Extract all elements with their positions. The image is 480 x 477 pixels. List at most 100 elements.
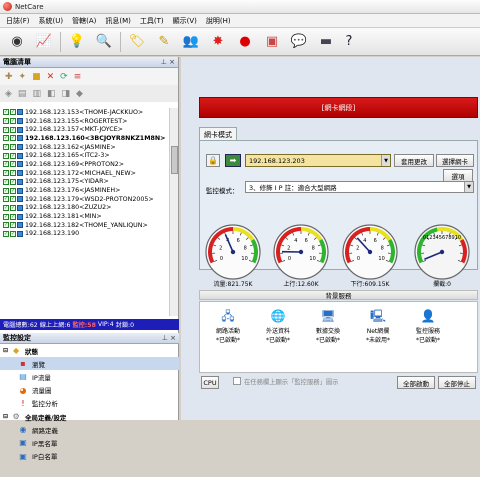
checkbox[interactable]: ✓ <box>3 144 9 150</box>
search-icon[interactable]: 🔍 <box>93 31 115 53</box>
list-item[interactable]: ✓✓192.168.123.172<MICHAEL_NEW> <box>0 169 170 178</box>
siren-icon[interactable]: ● <box>234 31 256 53</box>
start-all-button[interactable]: 全部啟動 <box>397 376 435 389</box>
list-item[interactable]: ✓✓192.168.123.176<JASMINEH> <box>0 186 170 195</box>
tag-icon[interactable]: 🏷 <box>126 31 148 53</box>
screen-monitor-icon[interactable]: ◉ <box>6 31 28 53</box>
tool-icon-5[interactable]: ◨ <box>61 89 70 99</box>
monitor-item-browse[interactable]: ▪瀏覽 <box>0 357 179 370</box>
tool-icon-6[interactable]: ◆ <box>76 89 83 99</box>
checkbox[interactable]: ✓ <box>10 205 16 211</box>
checkbox[interactable]: ✓ <box>3 161 9 167</box>
checkbox[interactable]: ✓ <box>3 214 9 220</box>
checkbox[interactable]: ✓ <box>3 231 9 237</box>
tray-icon-checkbox[interactable] <box>233 377 241 385</box>
checkbox[interactable]: ✓ <box>10 214 16 220</box>
checkbox[interactable]: ✓ <box>3 118 9 124</box>
remove-icon[interactable]: ≡ <box>74 72 82 82</box>
refresh-icon[interactable]: ⟳ <box>60 72 68 82</box>
monitor-item-global[interactable]: ⊟⚙全局定義/設定 <box>0 410 179 423</box>
menu-help[interactable]: 說明(H) <box>206 16 231 26</box>
monitor-item-analysis[interactable]: !監控分析 <box>0 397 179 410</box>
ip-address-select[interactable]: 192.168.123.203▼ <box>245 154 391 167</box>
line-chart-icon[interactable]: 📈 <box>33 31 55 53</box>
menu-message[interactable]: 訊息(M) <box>105 16 131 26</box>
list-item[interactable]: ✓✓192.168.123.162<JASMINE> <box>0 143 170 152</box>
chevron-down-icon[interactable]: ▼ <box>464 182 473 192</box>
checkbox[interactable]: ✓ <box>3 222 9 228</box>
list-item[interactable]: ✓✓192.168.123.169<PPROTON2> <box>0 160 170 169</box>
checkbox[interactable]: ✓ <box>3 196 9 202</box>
list-item[interactable]: ✓✓192.168.123.160<3BCJOYR8NKZ1M8N> <box>0 134 170 143</box>
monitor-mode-select[interactable]: 3、修飾 I P 註：適合大型網路▼ <box>245 181 474 193</box>
menu-manage[interactable]: 管轄(A) <box>72 16 96 26</box>
list-item[interactable]: ✓✓192.168.123.153<THOME-JACKKUO> <box>0 108 170 117</box>
add-group-icon[interactable]: ✦ <box>19 72 27 82</box>
monitor-item-ip-blacklist[interactable]: ▣IP黑名單 <box>0 436 179 449</box>
checkbox[interactable]: ✓ <box>10 170 16 176</box>
alert-icon[interactable]: ✸ <box>207 31 229 53</box>
help-icon[interactable]: ? <box>342 31 356 53</box>
tab-nic-mode[interactable]: 網卡模式 <box>199 127 237 141</box>
list-item[interactable]: ✓✓192.168.123.175<YIDAR> <box>0 178 170 187</box>
cpu-button[interactable]: CPU <box>201 376 219 389</box>
folder-icon[interactable]: ■ <box>32 72 41 82</box>
list-item[interactable]: ✓✓192.168.123.157<MKT-JOYCE> <box>0 125 170 134</box>
arrow-right-icon[interactable]: ➡ <box>225 154 241 167</box>
checkbox[interactable]: ✓ <box>10 118 16 124</box>
tool-icon-4[interactable]: ◧ <box>47 89 56 99</box>
panel-pin-close-icon[interactable]: ⊥ × <box>161 58 175 66</box>
stop-all-button[interactable]: 全部停止 <box>438 376 476 389</box>
panel-pin-close-icon[interactable]: ⊥ × <box>162 334 176 342</box>
menu-tools[interactable]: 工具(T) <box>140 16 164 26</box>
users-icon[interactable]: 👥 <box>180 31 202 53</box>
apply-changes-button[interactable]: 套用更改 <box>394 154 434 167</box>
list-item[interactable]: ✓✓192.168.123.165<ITC2-3> <box>0 151 170 160</box>
lock-icon[interactable]: 🔒 <box>206 154 220 167</box>
monitor-item-ip-traffic[interactable]: ▤IP流量 <box>0 370 179 383</box>
select-nic-button[interactable]: 選擇網卡 <box>436 154 474 167</box>
list-item[interactable]: ✓✓192.168.123.181<MIN> <box>0 212 170 221</box>
service-data-exchange[interactable]: 🖥數據交換*已啟動* <box>306 308 350 350</box>
menu-view[interactable]: 顯示(V) <box>173 16 197 26</box>
checkbox[interactable]: ✓ <box>10 144 16 150</box>
checkbox[interactable]: ✓ <box>3 170 9 176</box>
list-item[interactable]: ✓✓192.168.123.182<THOME_YANLIQUN> <box>0 221 170 230</box>
menu-log[interactable]: 日誌(F) <box>6 16 30 26</box>
computer-list-scrollbar[interactable] <box>169 108 178 316</box>
service-monitor[interactable]: 👤監控服務*已啟動* <box>406 308 450 350</box>
checkbox[interactable]: ✓ <box>3 179 9 185</box>
tool-icon-2[interactable]: ▤ <box>18 89 27 99</box>
add-icon[interactable]: ✚ <box>5 72 13 82</box>
tool-icon-3[interactable]: ▥ <box>32 89 41 99</box>
checkbox[interactable]: ✓ <box>3 188 9 194</box>
checkbox[interactable]: ✓ <box>10 188 16 194</box>
chat-icon[interactable]: 💬 <box>288 31 310 53</box>
checkbox[interactable]: ✓ <box>10 127 16 133</box>
checkbox[interactable]: ✓ <box>10 153 16 159</box>
monitor-item-ip-whitelist[interactable]: ▣IP白名單 <box>0 450 179 463</box>
checkbox[interactable]: ✓ <box>3 109 9 115</box>
list-item[interactable]: ✓✓192.168.123.179<WSD2-PROTON2005> <box>0 195 170 204</box>
tool-icon-1[interactable]: ◈ <box>5 89 12 99</box>
screen-icon[interactable]: ▬ <box>315 31 337 53</box>
service-outbound-data[interactable]: 🌐外送資料*已啟動* <box>256 308 300 350</box>
list-item[interactable]: ✓✓192.168.123.155<ROGERTEST> <box>0 117 170 126</box>
checkbox[interactable]: ✓ <box>10 222 16 228</box>
scrollbar-thumb[interactable] <box>171 146 178 174</box>
checkbox[interactable]: ✓ <box>10 179 16 185</box>
checkbox[interactable]: ✓ <box>3 127 9 133</box>
checkbox[interactable]: ✓ <box>3 135 9 141</box>
window-icon[interactable]: ▣ <box>261 31 283 53</box>
monitor-item-status[interactable]: ⊟◆狀態 <box>0 344 179 357</box>
chevron-down-icon[interactable]: ▼ <box>381 155 390 166</box>
checkbox[interactable]: ✓ <box>10 135 16 141</box>
service-net-filter[interactable]: 🖳Net網攔*未啟用* <box>356 308 400 350</box>
checkbox[interactable]: ✓ <box>3 153 9 159</box>
checkbox[interactable]: ✓ <box>10 161 16 167</box>
checkbox[interactable]: ✓ <box>3 205 9 211</box>
service-network-activity[interactable]: 🖧網路活動*已啟動* <box>206 308 250 350</box>
lightbulb-icon[interactable]: 💡 <box>66 31 88 53</box>
monitor-item-network[interactable]: ◉網路定義 <box>0 423 179 436</box>
pencil-icon[interactable]: ✎ <box>153 31 175 53</box>
